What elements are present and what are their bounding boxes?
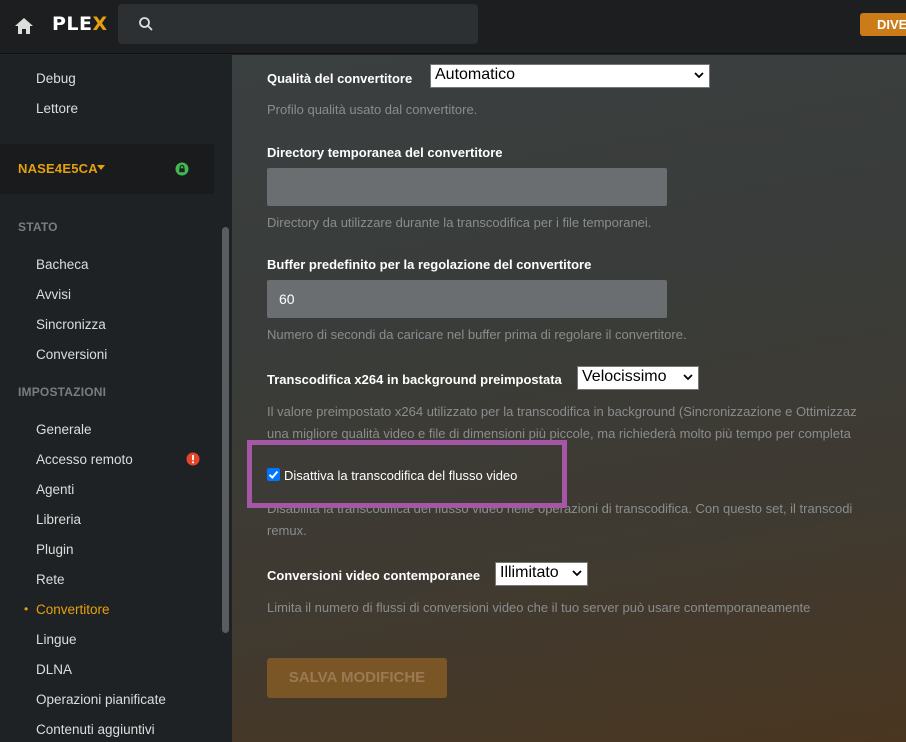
buffer-input[interactable]: 60 [267, 280, 667, 318]
chevron-down-icon [694, 72, 704, 79]
alert-icon [186, 452, 200, 466]
tempdir-help: Directory da utilizzare durante la trans… [267, 215, 652, 230]
sidebar-item-dlna[interactable]: DLNA [36, 662, 72, 677]
home-button[interactable] [12, 14, 36, 38]
tempdir-label: Directory temporanea del convertitore [267, 145, 503, 160]
caret-down-icon [97, 165, 105, 170]
server-selector[interactable]: NASE4E5CA [0, 144, 214, 194]
sidebar-item-agenti[interactable]: Agenti [36, 482, 74, 497]
chevron-down-icon [572, 570, 582, 577]
search-input[interactable] [118, 4, 478, 44]
sidebar-item-convertitore[interactable]: Convertitore [36, 602, 110, 617]
sidebar-item-operazioni-pianificate[interactable]: Operazioni pianificate [36, 692, 166, 707]
server-name: NASE4E5CA [18, 161, 98, 176]
quality-help: Profilo qualità usato dal convertitore. [267, 102, 478, 117]
tempdir-input[interactable] [267, 168, 667, 206]
highlight-box [247, 440, 567, 508]
sidebar-item-lettore[interactable]: Lettore [36, 101, 78, 116]
active-bullet: • [24, 602, 29, 616]
settings-panel: Qualità del convertitore Automatico Prof… [232, 55, 906, 742]
home-icon [15, 18, 33, 34]
sidebar-item-conversioni[interactable]: Conversioni [36, 347, 107, 362]
logo-text: PLE [52, 13, 93, 35]
sidebar-item-avvisi[interactable]: Avvisi [36, 287, 71, 302]
sidebar-item-bacheca[interactable]: Bacheca [36, 257, 89, 272]
concurrent-label: Conversioni video contemporanee [267, 568, 481, 583]
quality-select[interactable]: Automatico [430, 64, 710, 88]
sidebar-item-debug[interactable]: Debug [36, 71, 76, 86]
plex-logo[interactable]: PLEX [52, 13, 108, 35]
logo-x: X [92, 13, 108, 35]
chevron-down-icon [683, 374, 693, 381]
x264-help-line1: Il valore preimpostato x264 utilizzato p… [267, 404, 857, 419]
quality-select-value: Automatico [435, 66, 516, 83]
sidebar-item-sincronizza[interactable]: Sincronizza [36, 317, 106, 332]
sidebar-item-plugin[interactable]: Plugin [36, 542, 74, 557]
save-changes-button[interactable]: SALVA MODIFICHE [267, 658, 447, 698]
quality-label: Qualità del convertitore [267, 71, 413, 86]
sidebar-item-libreria[interactable]: Libreria [36, 512, 81, 527]
buffer-label: Buffer predefinito per la regolazione de… [267, 257, 592, 272]
sidebar-item-lingue[interactable]: Lingue [36, 632, 77, 647]
x264-label: Transcodifica x264 in background preimpo… [267, 372, 562, 387]
buffer-help: Numero di secondi da caricare nel buffer… [267, 327, 687, 342]
sidebar-heading-stato: STATO [18, 220, 58, 234]
sidebar-item-contenuti-aggiuntivi[interactable]: Contenuti aggiuntivi [36, 722, 155, 737]
x264-select[interactable]: Velocissimo [577, 366, 699, 390]
sidebar-partial-item: · [36, 55, 40, 61]
disable-video-help-line2: remux. [267, 523, 307, 538]
concurrent-help: Limita il numero di flussi di conversion… [267, 600, 811, 615]
sidebar: · Debug Lettore NASE4E5CA STATO Bacheca … [0, 55, 232, 742]
sidebar-item-rete[interactable]: Rete [36, 572, 65, 587]
sidebar-item-generale[interactable]: Generale [36, 422, 92, 437]
x264-help-line2: una migliore qualità video e file di dim… [267, 426, 851, 441]
top-right-button[interactable]: DIVE [860, 13, 906, 36]
x264-select-value: Velocissimo [582, 368, 667, 385]
sidebar-scrollbar-thumb[interactable] [222, 227, 229, 633]
sidebar-item-accesso-remoto[interactable]: Accesso remoto [36, 452, 133, 467]
search-icon [139, 17, 153, 31]
concurrent-select-value: Illimitato [500, 564, 559, 581]
concurrent-select[interactable]: Illimitato [495, 562, 588, 586]
lock-icon [175, 162, 189, 176]
top-bar: PLEX DIVE [0, 0, 906, 54]
sidebar-heading-impostazioni: IMPOSTAZIONI [18, 385, 107, 399]
